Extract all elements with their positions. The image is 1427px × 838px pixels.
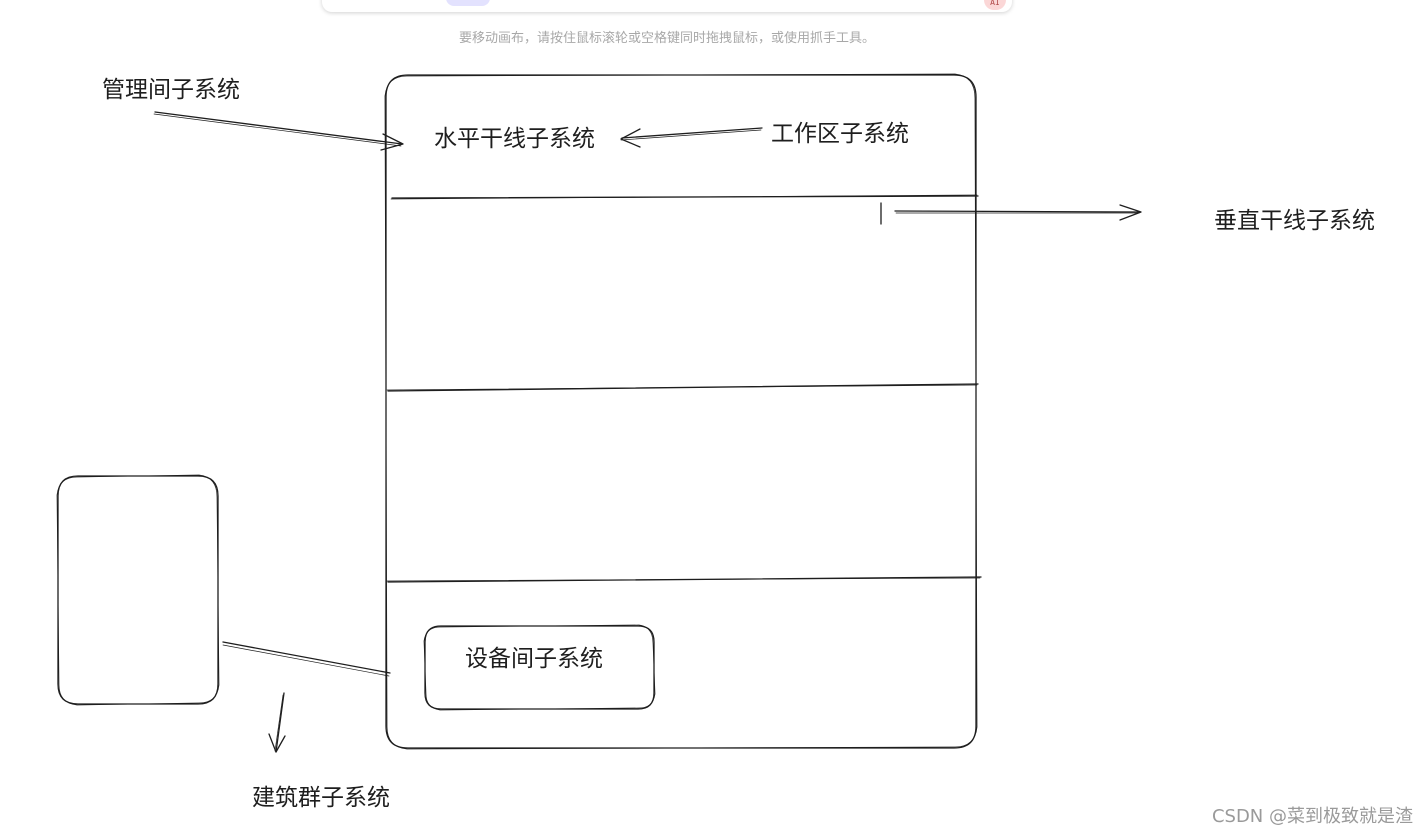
label-management-room[interactable]: 管理间子系统	[102, 79, 240, 102]
floor-divider-3[interactable]	[386, 576, 982, 583]
floor-divider-1[interactable]	[390, 194, 979, 200]
label-workarea-subsystem[interactable]: 工作区子系统	[771, 123, 909, 146]
label-vertical-subsystem[interactable]: 垂直干线子系统	[1214, 210, 1375, 233]
campus-arrow[interactable]	[268, 692, 286, 753]
label-campus-subsystem[interactable]: 建筑群子系统	[252, 787, 390, 810]
drawing-canvas[interactable]	[0, 0, 1427, 838]
management-arrow[interactable]	[153, 111, 404, 151]
watermark: CSDN @菜到极致就是渣	[1211, 806, 1413, 827]
vertical-arrow[interactable]	[880, 202, 1142, 225]
workarea-arrow[interactable]	[620, 127, 763, 148]
campus-connection-line[interactable]	[222, 641, 391, 677]
campus-building-box[interactable]	[56, 474, 220, 706]
floor-divider-2[interactable]	[386, 383, 979, 392]
label-equipment-room[interactable]: 设备间子系统	[465, 648, 603, 671]
label-horizontal-subsystem[interactable]: 水平干线子系统	[434, 128, 595, 151]
